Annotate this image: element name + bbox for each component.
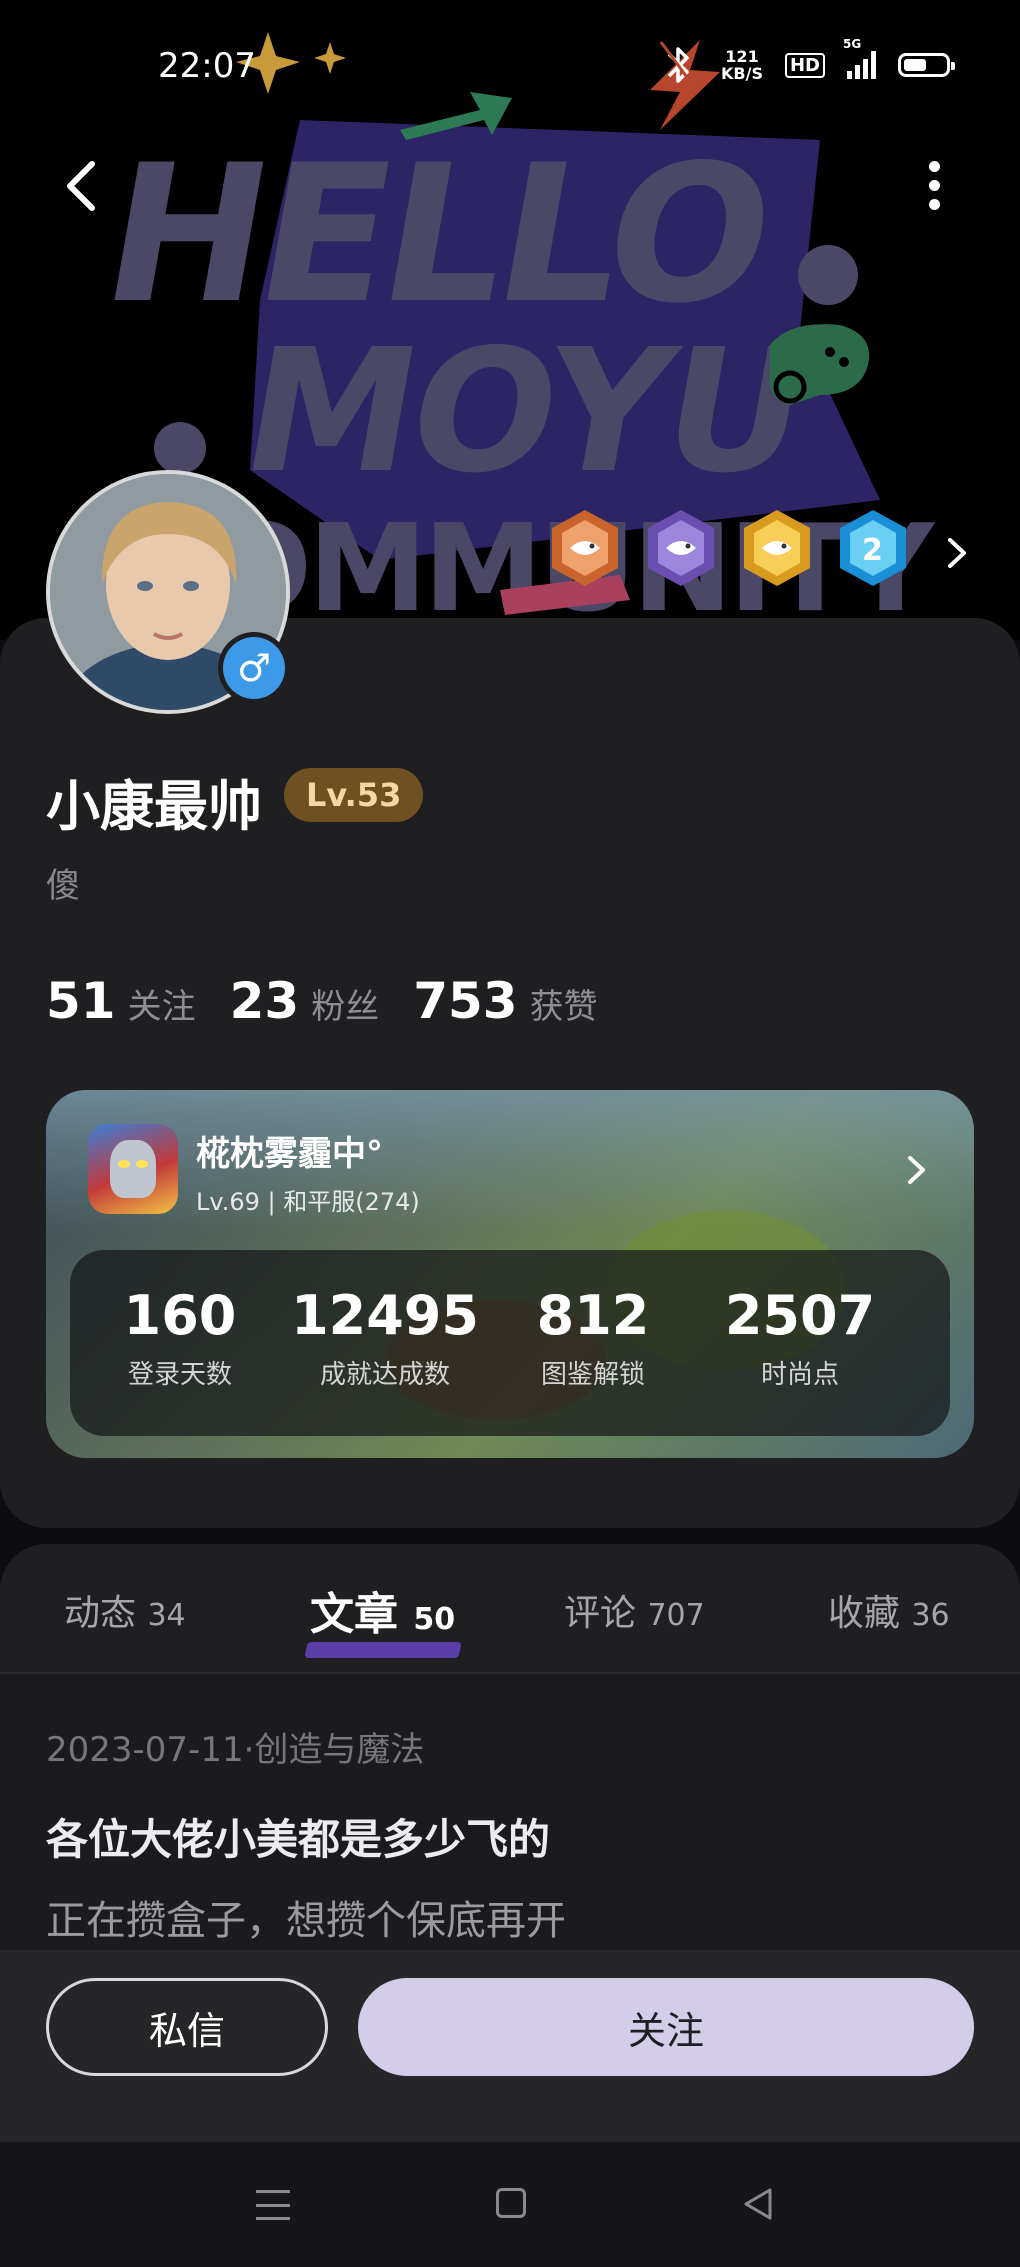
stat-achievements: 12495 成就达成数	[290, 1284, 480, 1391]
tab-favorites[interactable]: 收藏 36	[828, 1584, 950, 1636]
more-button[interactable]	[912, 150, 956, 220]
likes-label: 获赞	[529, 987, 598, 1027]
more-vertical-icon	[928, 160, 940, 172]
fish-badge-blue-icon: 2	[840, 510, 906, 586]
stat-value: 160	[123, 1284, 237, 1347]
tab-count: 707	[647, 1598, 705, 1633]
home-button[interactable]	[496, 2188, 526, 2218]
post-excerpt: 正在攒盒子，想攒个保底再开	[46, 1898, 566, 1944]
stat-value: 812	[536, 1284, 650, 1347]
svg-text:MOYU: MOYU	[230, 313, 818, 510]
signal-label: 5G	[843, 37, 862, 51]
username: 小康最帅	[46, 775, 262, 838]
gender-badge: ♂	[218, 632, 290, 704]
following-count[interactable]: 51	[46, 972, 116, 1030]
badge-row[interactable]: 2	[548, 508, 910, 588]
stat-label: 时尚点	[760, 1360, 839, 1390]
male-icon: ♂	[223, 637, 285, 699]
chevron-right-icon[interactable]	[904, 1150, 930, 1190]
tab-label: 动态	[64, 1593, 137, 1634]
game-icon	[88, 1124, 178, 1214]
stat-label: 成就达成数	[319, 1360, 450, 1390]
battery-icon	[898, 53, 955, 77]
net-speed: 121 KB/S	[721, 48, 763, 82]
net-speed-value: 121	[725, 47, 759, 66]
post-title[interactable]: 各位大佬小美都是多少飞的	[46, 1806, 550, 1867]
badges-more-button[interactable]	[938, 530, 974, 576]
tab-count: 36	[911, 1598, 950, 1633]
fish-badge-bronze-icon	[552, 510, 618, 586]
hd-badge: HD	[784, 52, 825, 78]
stat-collection: 812 图鉴解锁	[518, 1284, 668, 1391]
active-tab-indicator	[304, 1642, 462, 1658]
signal-icon: 5G	[843, 37, 876, 79]
net-speed-unit: KB/S	[721, 64, 763, 83]
recent-apps-button[interactable]	[256, 2190, 290, 2220]
tab-label: 文章	[310, 1589, 398, 1640]
tab-label: 收藏	[828, 1593, 901, 1634]
tab-articles[interactable]: 文章 50	[310, 1578, 455, 1642]
tab-posts[interactable]: 动态 34	[64, 1584, 186, 1636]
content-tabs: 动态 34 文章 50 评论 707 收藏 36	[0, 1544, 1020, 1674]
stat-label: 登录天数	[127, 1360, 232, 1390]
tab-label: 评论	[564, 1593, 637, 1634]
game-stats-panel: 160 登录天数 12495 成就达成数 812 图鉴解锁 2507 时尚点	[70, 1250, 950, 1436]
stat-login-days: 160 登录天数	[110, 1284, 250, 1391]
stat-value: 12495	[291, 1284, 479, 1347]
chevron-left-icon	[67, 161, 95, 211]
fish-badge-gold-icon	[744, 510, 810, 586]
system-back-button[interactable]	[740, 2186, 776, 2222]
svg-text:2: 2	[862, 533, 883, 568]
back-button[interactable]	[54, 150, 114, 220]
stat-fashion: 2507 时尚点	[720, 1284, 880, 1391]
followers-label[interactable]: 粉丝	[311, 979, 379, 1028]
following-label[interactable]: 关注	[128, 979, 196, 1028]
chevron-right-icon	[948, 538, 966, 568]
stat-value: 2507	[724, 1284, 876, 1347]
level-badge: Lv.53	[284, 768, 424, 822]
likes-count: 753	[413, 972, 518, 1030]
follow-button[interactable]: 关注	[358, 1978, 974, 2076]
game-level-server: Lv.69 | 和平服(274)	[196, 1188, 420, 1216]
tab-count: 34	[147, 1598, 186, 1633]
profile-stats: 51 关注 23 粉丝 753 获赞	[46, 972, 620, 1030]
status-time: 22:07	[158, 46, 256, 86]
bluetooth-icon	[659, 41, 697, 89]
bio: 傻	[46, 866, 80, 906]
fish-badge-purple-icon	[648, 510, 714, 586]
post-meta: 2023-07-11·创造与魔法	[46, 1730, 425, 1770]
followers-count[interactable]: 23	[230, 972, 300, 1030]
game-character-name: 椛枕雾霾中°	[196, 1134, 383, 1174]
game-card[interactable]: 椛枕雾霾中° Lv.69 | 和平服(274) 160 登录天数 12495 成…	[46, 1090, 974, 1458]
message-button[interactable]: 私信	[46, 1978, 328, 2076]
tab-count: 50	[413, 1602, 456, 1637]
status-icons: 121 KB/S HD 5G	[659, 37, 955, 90]
stat-label: 图鉴解锁	[540, 1360, 645, 1390]
tab-comments[interactable]: 评论 707	[564, 1584, 705, 1636]
